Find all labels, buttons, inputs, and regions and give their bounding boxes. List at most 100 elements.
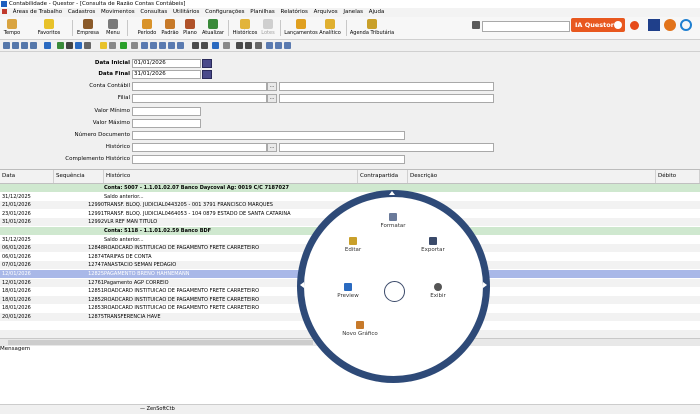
menu-configuracoes[interactable]: Configurações (205, 9, 244, 15)
complemento-input[interactable] (132, 155, 405, 164)
conta-contabil-lookup-button[interactable]: ... (267, 82, 277, 91)
window-icon[interactable] (266, 42, 273, 49)
stop-icon[interactable] (131, 42, 138, 49)
agenda-tributaria-button[interactable]: Agenda Tributária (349, 19, 395, 36)
menu-janelas[interactable]: Janelas (343, 9, 363, 15)
periodo-button[interactable]: Período (136, 19, 158, 36)
empresa-button[interactable]: Empresa (76, 19, 100, 36)
refresh-icon[interactable] (44, 42, 51, 49)
export-icon[interactable] (66, 42, 73, 49)
zoom-icon[interactable] (212, 42, 219, 49)
lancamentos-button[interactable]: Lançamentos (284, 19, 318, 36)
plano-button[interactable]: Plano (181, 19, 199, 36)
help-icon[interactable] (648, 19, 660, 31)
atualizar-button[interactable]: Atualizar (200, 19, 226, 36)
arrow-left-icon[interactable] (300, 282, 304, 288)
preview-item[interactable]: Preview (328, 283, 368, 299)
novo-grafico-item[interactable]: Novo Gráfico (340, 321, 380, 337)
menu-arquivos[interactable]: Arquivos (314, 9, 338, 15)
favorite-icon[interactable] (100, 42, 107, 49)
menu-planilhas[interactable]: Planilhas (250, 9, 274, 15)
sort-icon[interactable] (245, 42, 252, 49)
support-icon[interactable] (680, 19, 692, 31)
agenda-icon (367, 19, 377, 29)
table-icon[interactable] (159, 42, 166, 49)
radial-center-button[interactable] (384, 281, 405, 302)
cell-data: 12/01/2026 (2, 271, 31, 277)
padrao-button[interactable]: Padrão (159, 19, 181, 36)
dropdown-icon[interactable] (109, 42, 116, 49)
copy-icon[interactable] (192, 42, 199, 49)
list-icon[interactable] (168, 42, 175, 49)
menu-ajuda[interactable]: Ajuda (369, 9, 385, 15)
col-contrapartida[interactable]: Contrapartida (358, 170, 408, 183)
arrow-right-icon[interactable] (483, 282, 487, 288)
ia-questor-button[interactable]: IA Questor (571, 18, 625, 32)
favoritos-button[interactable]: Favoritos (36, 19, 62, 36)
group-row[interactable]: Conta: 5007 - 1.1.01.02.07 Banco Daycova… (0, 184, 700, 192)
scroll-thumb[interactable] (8, 340, 313, 345)
valor-maximo-input[interactable] (132, 119, 201, 128)
historico-lookup-button[interactable]: ... (267, 143, 277, 152)
data-final-input[interactable]: 31/01/2026 (132, 70, 201, 79)
next-icon[interactable] (21, 42, 28, 49)
analitico-button[interactable]: Analítico (318, 19, 342, 36)
columns-icon[interactable] (150, 42, 157, 49)
layout-icon[interactable] (255, 42, 262, 49)
menu-cadastros[interactable]: Cadastros (68, 9, 95, 15)
filial-input[interactable] (132, 94, 267, 103)
menu-areas[interactable]: Áreas de Trabalho (13, 9, 62, 15)
cell-data: 31/12/2025 (2, 236, 31, 243)
menu-relatorios[interactable]: Relatórios (281, 9, 308, 15)
exportar-item[interactable]: Exportar (413, 237, 453, 253)
prev-icon[interactable] (12, 42, 19, 49)
editar-item[interactable]: Editar (333, 237, 373, 253)
messages-label: Mensagem (0, 346, 31, 352)
batch-icon (263, 19, 273, 29)
menu-utilitarios[interactable]: Utilitários (173, 9, 199, 15)
sun-icon[interactable] (630, 21, 639, 30)
menu-button[interactable]: Menu (104, 19, 122, 36)
binoculars-icon[interactable] (236, 42, 243, 49)
first-icon[interactable] (3, 42, 10, 49)
search-input[interactable] (482, 21, 570, 32)
conta-contabil-input[interactable] (132, 82, 267, 91)
attach-icon[interactable] (223, 42, 230, 49)
filter-icon[interactable] (84, 42, 91, 49)
historico-input[interactable] (132, 143, 267, 152)
col-debito[interactable]: Débito (656, 170, 700, 183)
formatar-item[interactable]: Formatar (373, 213, 413, 229)
save-icon[interactable] (75, 42, 82, 49)
numero-documento-input[interactable] (132, 131, 405, 140)
notification-icon[interactable] (664, 19, 676, 31)
col-sequencia[interactable]: Sequência (54, 170, 104, 183)
col-historico[interactable]: Histórico (104, 170, 358, 183)
historico-label: Histórico (105, 144, 130, 150)
play-icon[interactable] (120, 42, 127, 49)
historicos-button[interactable]: Históricos (231, 19, 259, 36)
filial-lookup-button[interactable]: ... (267, 94, 277, 103)
calendar-icon[interactable] (202, 70, 212, 79)
arrow-up-icon[interactable] (389, 191, 395, 195)
tempo-button[interactable]: Tempo (3, 19, 21, 36)
cell-data: 06/01/2026 (2, 245, 31, 252)
grid-icon[interactable] (141, 42, 148, 49)
print-icon[interactable] (57, 42, 64, 49)
col-data[interactable]: Data (0, 170, 54, 183)
valor-minimo-input[interactable] (132, 107, 201, 116)
tree-icon[interactable] (177, 42, 184, 49)
paste-icon[interactable] (201, 42, 208, 49)
data-inicial-input[interactable]: 01/01/2026 (132, 59, 201, 68)
last-icon[interactable] (30, 42, 37, 49)
calendar-icon[interactable] (202, 59, 212, 68)
toolbar-separator (72, 20, 73, 36)
tile-icon[interactable] (275, 42, 282, 49)
menu-consultas[interactable]: Consultas (140, 9, 167, 15)
cascade-icon[interactable] (284, 42, 291, 49)
telescope-icon[interactable] (472, 21, 480, 29)
menu-movimentos[interactable]: Movimentos (101, 9, 135, 15)
exibir-item[interactable]: Exibir (418, 283, 458, 299)
col-descricao[interactable]: Descrição (408, 170, 656, 183)
lotes-button[interactable]: Lotes (259, 19, 277, 36)
menu-app-icon[interactable] (2, 9, 7, 14)
